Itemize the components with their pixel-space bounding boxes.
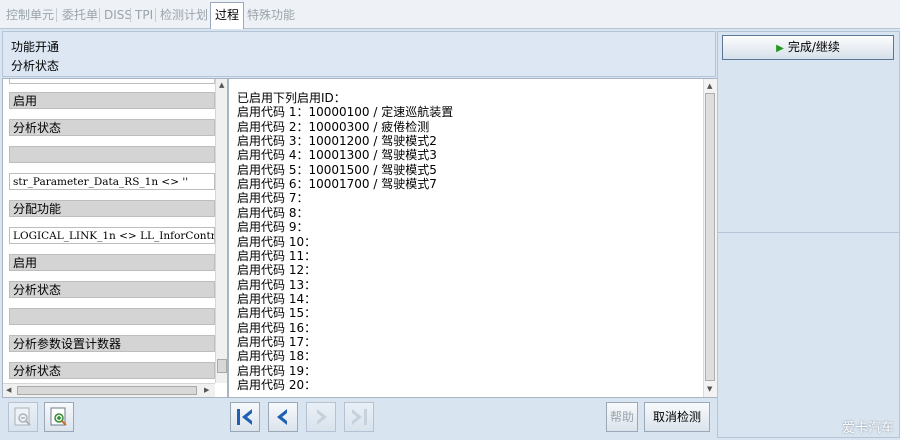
scroll-down-icon[interactable]: ▼ [707,385,712,393]
result-line: 启用代码 2：10000300 / 疲倦检测 [237,119,430,134]
step-list-panel[interactable]: 启用 分析状态 str_Parameter_Data_RS_1n <> '' 分… [2,78,228,398]
result-line: 启用代码 15： [237,306,317,321]
list-item[interactable]: LOGICAL_LINK_1n <> LL_InforContrUnit [9,227,215,244]
result-line: 启用代码 7： [237,191,309,206]
result-line: 启用代码 8： [237,205,309,220]
result-line: 启用代码 9： [237,220,309,235]
tab-test-plan[interactable]: 检测计划 [156,4,212,26]
result-line: 启用代码 20： [237,378,317,392]
tab-order[interactable]: 委托单 [58,4,102,26]
tab-special-functions[interactable]: 特殊功能 [243,4,299,26]
right-action-panel: ▶ 完成/继续 [717,31,900,438]
result-line: 启用代码 3：10001200 / 驾驶模式2 [237,134,437,149]
first-page-button[interactable] [230,402,260,432]
zoom-out-icon [14,407,31,426]
tab-separator [56,8,57,22]
header-subtitle: 分析状态 [11,59,60,73]
result-line: 启用代码 4：10001300 / 驾驶模式3 [237,148,437,163]
zoom-in-button[interactable] [44,402,74,432]
result-line: 启用代码 1：10000100 / 定速巡航装置 [237,105,454,120]
text-vertical-scrollbar[interactable]: ▲ ▼ [703,79,717,397]
last-page-button[interactable] [344,402,374,432]
panel-divider [718,232,899,233]
next-button[interactable] [306,402,336,432]
previous-icon [277,409,287,425]
result-line: 启用代码 11： [237,248,317,263]
result-line: 启用代码 17： [237,334,317,349]
scroll-up-icon[interactable]: ▲ [219,81,224,89]
result-line: 启用代码 12： [237,263,317,278]
navigation-toolbar: 帮助 取消检测 [228,398,716,438]
result-line: 启用代码 5：10001500 / 驾驶模式5 [237,162,437,177]
result-line: 启用代码 16： [237,320,317,335]
list-item-partial [9,79,215,84]
zoom-out-button[interactable] [8,402,38,432]
list-item[interactable]: 分析状态 [9,119,215,136]
result-line: 启用代码 18： [237,349,317,364]
scroll-thumb[interactable] [17,386,197,395]
finish-continue-label: 完成/继续 [787,40,840,54]
result-line: 已启用下列启用ID： [237,91,346,105]
result-line: 启用代码 19： [237,363,317,378]
tab-bar: 控制单元 委托单 DISS TPI 检测计划 过程 特殊功能 [0,0,900,29]
scroll-thumb[interactable] [217,359,227,373]
list-item[interactable]: 分析状态 [9,362,215,379]
result-line: 启用代码 14： [237,291,317,306]
list-item[interactable]: 分析参数设置计数器 [9,335,215,352]
scroll-right-icon[interactable]: ▶ [204,386,209,394]
last-page-icon [352,409,367,425]
result-text-panel: 已启用下列启用ID： 启用代码 1：10000100 / 定速巡航装置 启用代码 2… [228,78,718,398]
play-icon: ▶ [776,43,784,54]
watermark: 爱卡汽车 [841,421,894,436]
function-header: 功能开通 分析状态 [2,31,716,77]
list-item[interactable]: 分析状态 [9,281,215,298]
list-item[interactable] [9,308,215,325]
scroll-up-icon[interactable]: ▲ [707,82,712,90]
result-line: 启用代码 10： [237,234,317,249]
list-vertical-scrollbar[interactable]: ▲ [215,79,227,383]
zoom-in-icon [50,407,67,426]
previous-button[interactable] [268,402,298,432]
scroll-left-icon[interactable]: ◀ [6,386,11,394]
left-toolbar [2,398,226,438]
tab-tpi[interactable]: TPI [131,4,157,26]
result-line: 启用代码 6：10001700 / 驾驶模式7 [237,177,437,192]
list-item[interactable] [9,146,215,163]
list-item[interactable]: 启用 [9,254,215,271]
list-item[interactable]: 启用 [9,92,215,109]
tab-control-unit[interactable]: 控制单元 [2,4,58,26]
cancel-test-button[interactable]: 取消检测 [644,402,710,432]
tab-process[interactable]: 过程 [210,2,245,29]
finish-continue-button[interactable]: ▶ 完成/继续 [722,35,894,60]
next-icon [317,409,327,425]
list-item[interactable]: str_Parameter_Data_RS_1n <> '' [9,173,215,190]
first-page-icon [237,409,252,425]
header-title: 功能开通 [11,40,60,54]
help-button[interactable]: 帮助 [606,402,638,432]
list-horizontal-scrollbar[interactable]: ◀ ▶ [3,383,215,397]
list-item[interactable]: 分配功能 [9,200,215,217]
scroll-thumb[interactable] [705,93,715,381]
result-line: 启用代码 13： [237,277,317,292]
